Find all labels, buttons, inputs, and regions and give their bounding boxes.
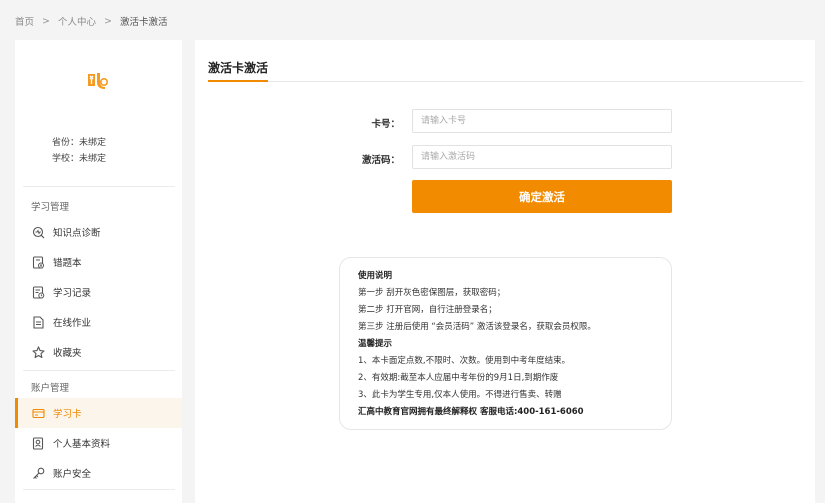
sidebar-item-homework[interactable]: 在线作业: [15, 307, 182, 337]
notice-step: 第二步 打开官网，自行注册登录名；: [358, 305, 497, 315]
section-title-account: 账户管理: [31, 383, 70, 394]
star-icon: [31, 345, 45, 359]
sidebar-divider: [23, 370, 175, 371]
sidebar-item-label: 学习记录: [53, 288, 92, 299]
user-avatar-logo: [85, 70, 111, 92]
notice-step: 第一步 刮开灰色密保图层，获取密码；: [358, 288, 506, 298]
school-text: 学校：未绑定: [52, 153, 107, 164]
tips-heading: 温馨提示: [358, 339, 393, 349]
breadcrumb-separator: >: [104, 15, 112, 27]
sidebar-item-security[interactable]: 账户安全: [15, 458, 182, 488]
sidebar-item-label: 错题本: [53, 258, 82, 269]
page-title: 激活卡激活: [208, 61, 269, 75]
sidebar-item-label: 学习卡: [53, 409, 82, 420]
main-panel: 激活卡激活 卡号： 激活码： 确定激活 使用说明 第一步 刮开灰色密保图层，获取…: [195, 40, 815, 503]
sidebar-item-label: 知识点诊断: [53, 228, 101, 239]
sidebar-divider: [23, 489, 175, 490]
usage-notice-box: 使用说明 第一步 刮开灰色密保图层，获取密码； 第二步 打开官网，自行注册登录名…: [339, 257, 672, 430]
notice-tip: 3、此卡为学生专用,仅本人使用。不得进行售卖、转赠: [358, 390, 562, 400]
homework-icon: [31, 315, 45, 329]
title-underline: [208, 80, 268, 82]
sidebar-item-record[interactable]: 学习记录: [15, 277, 182, 307]
sidebar-item-label: 在线作业: [53, 318, 92, 329]
key-icon: [31, 466, 45, 480]
notice-tip: 1、本卡面定点数,不限时、次数。使用到中考年度结束。: [358, 356, 571, 366]
breadcrumb-home[interactable]: 首页: [15, 14, 34, 28]
province-text: 省份：未绑定: [52, 138, 107, 148]
sidebar-item-label: 账户安全: [53, 469, 92, 480]
sidebar-item-favorites[interactable]: 收藏夹: [15, 337, 182, 367]
wrong-book-icon: [31, 255, 45, 269]
breadcrumb-separator: >: [42, 15, 50, 27]
sidebar-item-label: 个人基本资料: [53, 439, 111, 450]
sidebar-item-label: 收藏夹: [53, 348, 82, 359]
sidebar: 省份：未绑定 学校：未绑定 学习管理 知识点诊断 错题本 学习记录 在线作业 收…: [15, 40, 182, 503]
notice-step: 第三步 注册后使用 “会员活码” 激活该登录名，获取会员权限。: [358, 322, 596, 332]
breadcrumb-current: 激活卡激活: [119, 17, 168, 28]
notice-heading: 使用说明: [358, 271, 393, 281]
card-number-input[interactable]: [412, 109, 672, 133]
breadcrumb: 首页 > 个人中心 > 激活卡激活: [15, 14, 168, 29]
profile-info: 省份：未绑定 学校：未绑定: [52, 136, 106, 167]
card-icon: [31, 406, 45, 420]
sidebar-item-wrong-book[interactable]: 错题本: [15, 247, 182, 277]
sidebar-item-profile[interactable]: 个人基本资料: [15, 428, 182, 458]
card-number-label: 卡号：: [371, 119, 400, 130]
notice-tip: 2、有效期:截至本人应届中考年份的9月1日,到期作废: [358, 373, 559, 383]
activation-code-label: 激活码：: [361, 155, 400, 166]
confirm-activation-button[interactable]: 确定激活: [412, 180, 672, 213]
diagnosis-icon: [31, 225, 45, 239]
section-title-study: 学习管理: [31, 202, 70, 213]
activation-code-input[interactable]: [412, 145, 672, 169]
sidebar-item-study-card[interactable]: 学习卡: [15, 398, 182, 428]
record-icon: [31, 285, 45, 299]
sidebar-divider: [23, 186, 175, 187]
sidebar-item-diagnosis[interactable]: 知识点诊断: [15, 217, 182, 247]
breadcrumb-center[interactable]: 个人中心: [58, 14, 96, 28]
profile-icon: [31, 436, 45, 450]
notice-footer: 汇高中教育官网拥有最终解释权 客服电话:400-161-6060: [358, 407, 584, 417]
title-divider: [208, 81, 803, 82]
